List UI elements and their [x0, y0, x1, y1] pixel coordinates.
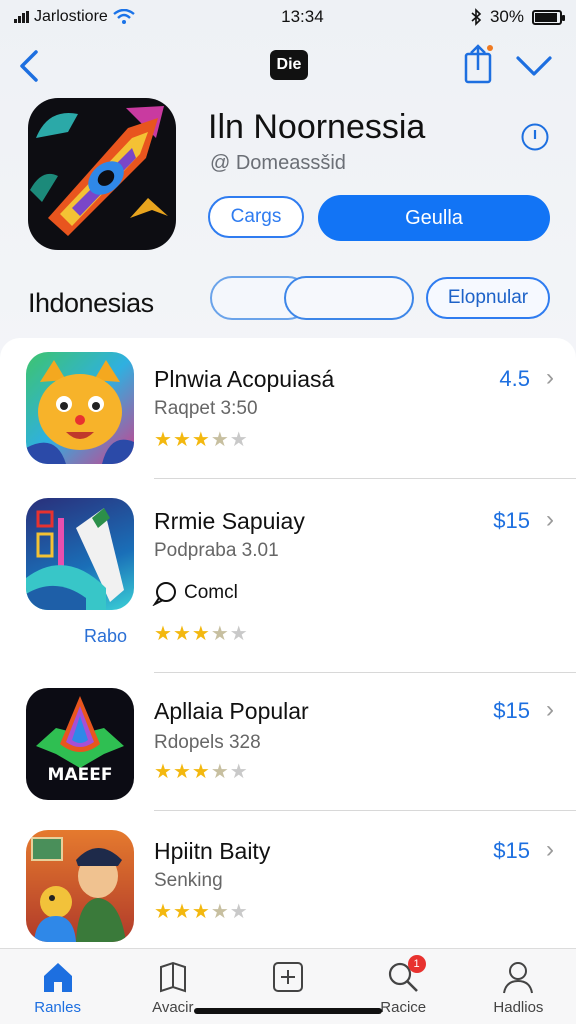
- list-item[interactable]: Hpiitn Baity Senking ★ ★ ★ ★ ★ $15 ›: [0, 826, 576, 946]
- tab-profile[interactable]: Hadlios: [461, 949, 576, 1024]
- star-icon: ★: [154, 623, 172, 645]
- row-app-icon: [26, 352, 134, 464]
- star-icon: ★: [210, 623, 229, 645]
- star-rating: ★ ★ ★ ★ ★: [154, 624, 248, 644]
- row-extra-label: Comcl: [184, 582, 238, 603]
- home-icon: [43, 963, 72, 992]
- divider: [154, 672, 576, 673]
- segment-control[interactable]: [210, 276, 416, 320]
- star-icon: ★: [172, 623, 191, 645]
- divider: [154, 478, 576, 479]
- list-item[interactable]: Plnwia Acopuiasá Raqpet 3:50 ★ ★ ★ ★ ★ 4.5 ›: [0, 352, 576, 482]
- star-icon: ★: [191, 429, 210, 451]
- row-subtitle: Rdopels 328: [154, 732, 261, 753]
- svg-text:MAEEF: MAEEF: [48, 765, 113, 785]
- star-icon: ★: [172, 901, 191, 923]
- chevron-right-icon: ›: [546, 696, 554, 723]
- row-price[interactable]: $15: [493, 698, 530, 724]
- divider: [154, 810, 576, 811]
- battery-icon: [531, 9, 565, 25]
- star-icon: ★: [191, 901, 210, 923]
- star-icon: ★: [191, 761, 210, 783]
- chevron-down-icon[interactable]: [512, 46, 556, 86]
- signal-icon: [14, 11, 29, 23]
- row-side-label: Rabo: [84, 626, 128, 646]
- app-title: Iln Noornessia: [208, 108, 426, 146]
- star-icon: ★: [191, 623, 210, 645]
- nav-bar: Die: [0, 38, 576, 94]
- tab-label: Avacir: [152, 999, 194, 1016]
- info-icon[interactable]: [520, 122, 550, 152]
- popular-button[interactable]: Elopnular: [426, 277, 550, 319]
- app-icon: [28, 98, 176, 250]
- row-price[interactable]: $15: [493, 508, 530, 534]
- clock: 13:34: [281, 7, 324, 26]
- star-icon: ★: [210, 901, 229, 923]
- row-subtitle: Senking: [154, 870, 223, 891]
- outline-button[interactable]: Cargs: [208, 196, 304, 238]
- star-icon: ★: [229, 761, 248, 783]
- status-bar: Jarlostiore 13:34 30%: [0, 0, 576, 34]
- star-icon: ★: [172, 761, 191, 783]
- star-rating: ★ ★ ★ ★ ★: [154, 902, 248, 922]
- row-app-icon: MAEEF: [26, 688, 134, 800]
- notification-badge: 1: [407, 955, 426, 973]
- app-subtitle: @ Domeassšid: [210, 152, 346, 174]
- list-item[interactable]: MAEEF Apllaia Popular Rdopels 328 ★ ★ ★ ★ ★ …: [0, 686, 576, 816]
- battery-percent: 30%: [489, 7, 524, 26]
- tab-label: Racice: [380, 999, 427, 1016]
- share-icon[interactable]: [460, 42, 500, 86]
- row-extra: Comcl: [152, 580, 238, 606]
- star-icon: ★: [172, 429, 191, 451]
- chevron-right-icon: ›: [546, 836, 554, 863]
- chevron-right-icon: ›: [546, 506, 554, 533]
- tab-label: Ranles: [34, 999, 81, 1016]
- row-name: Plnwia Acopuiasá: [154, 366, 335, 392]
- bluetooth-icon: [471, 8, 482, 26]
- chat-icon: [152, 582, 176, 606]
- app-list: Plnwia Acopuiasá Raqpet 3:50 ★ ★ ★ ★ ★ 4.5 ›…: [0, 338, 576, 948]
- book-icon: [159, 961, 186, 993]
- tab-home[interactable]: Ranles: [0, 949, 115, 1024]
- star-icon: ★: [210, 761, 229, 783]
- star-icon: ★: [154, 901, 172, 923]
- row-subtitle: Raqpet 3:50: [154, 398, 258, 419]
- app-logo: Die: [270, 50, 308, 80]
- star-icon: ★: [210, 429, 229, 451]
- segment-option-2[interactable]: [284, 276, 414, 320]
- get-button[interactable]: Geulla: [318, 195, 550, 241]
- row-app-icon: [26, 830, 134, 942]
- row-price[interactable]: 4.5: [499, 366, 530, 392]
- add-square-icon: [273, 962, 303, 992]
- row-subtitle: Podpraba 3.01: [154, 540, 279, 561]
- star-icon: ★: [154, 761, 172, 783]
- star-icon: ★: [229, 429, 248, 451]
- tab-label: Hadlios: [493, 999, 544, 1016]
- star-icon: ★: [154, 429, 172, 451]
- row-name: Hpiitn Baity: [154, 838, 271, 864]
- row-name: Rrmie Sapuiay: [154, 508, 305, 534]
- star-icon: ★: [229, 901, 248, 923]
- star-rating: ★ ★ ★ ★ ★: [154, 430, 248, 450]
- row-name: Apllaia Popular: [154, 698, 309, 724]
- person-icon: [503, 962, 534, 994]
- status-left: Jarlostiore: [14, 8, 135, 26]
- list-item[interactable]: Rrmie Sapuiay Podpraba 3.01 Comcl Rabo ★…: [0, 496, 576, 666]
- star-rating: ★ ★ ★ ★ ★: [154, 762, 248, 782]
- home-indicator: [194, 1008, 382, 1014]
- battery-fill: [534, 12, 557, 22]
- wifi-icon: [113, 9, 135, 24]
- star-icon: ★: [229, 623, 248, 645]
- section-title: Ihdonesias: [28, 288, 154, 318]
- chevron-right-icon: ›: [546, 364, 554, 391]
- carrier-label: Jarlostiore: [34, 8, 108, 25]
- back-chevron-icon[interactable]: [14, 46, 46, 86]
- row-price[interactable]: $15: [493, 838, 530, 864]
- row-app-icon: [26, 498, 134, 610]
- status-right: 30%: [470, 7, 565, 27]
